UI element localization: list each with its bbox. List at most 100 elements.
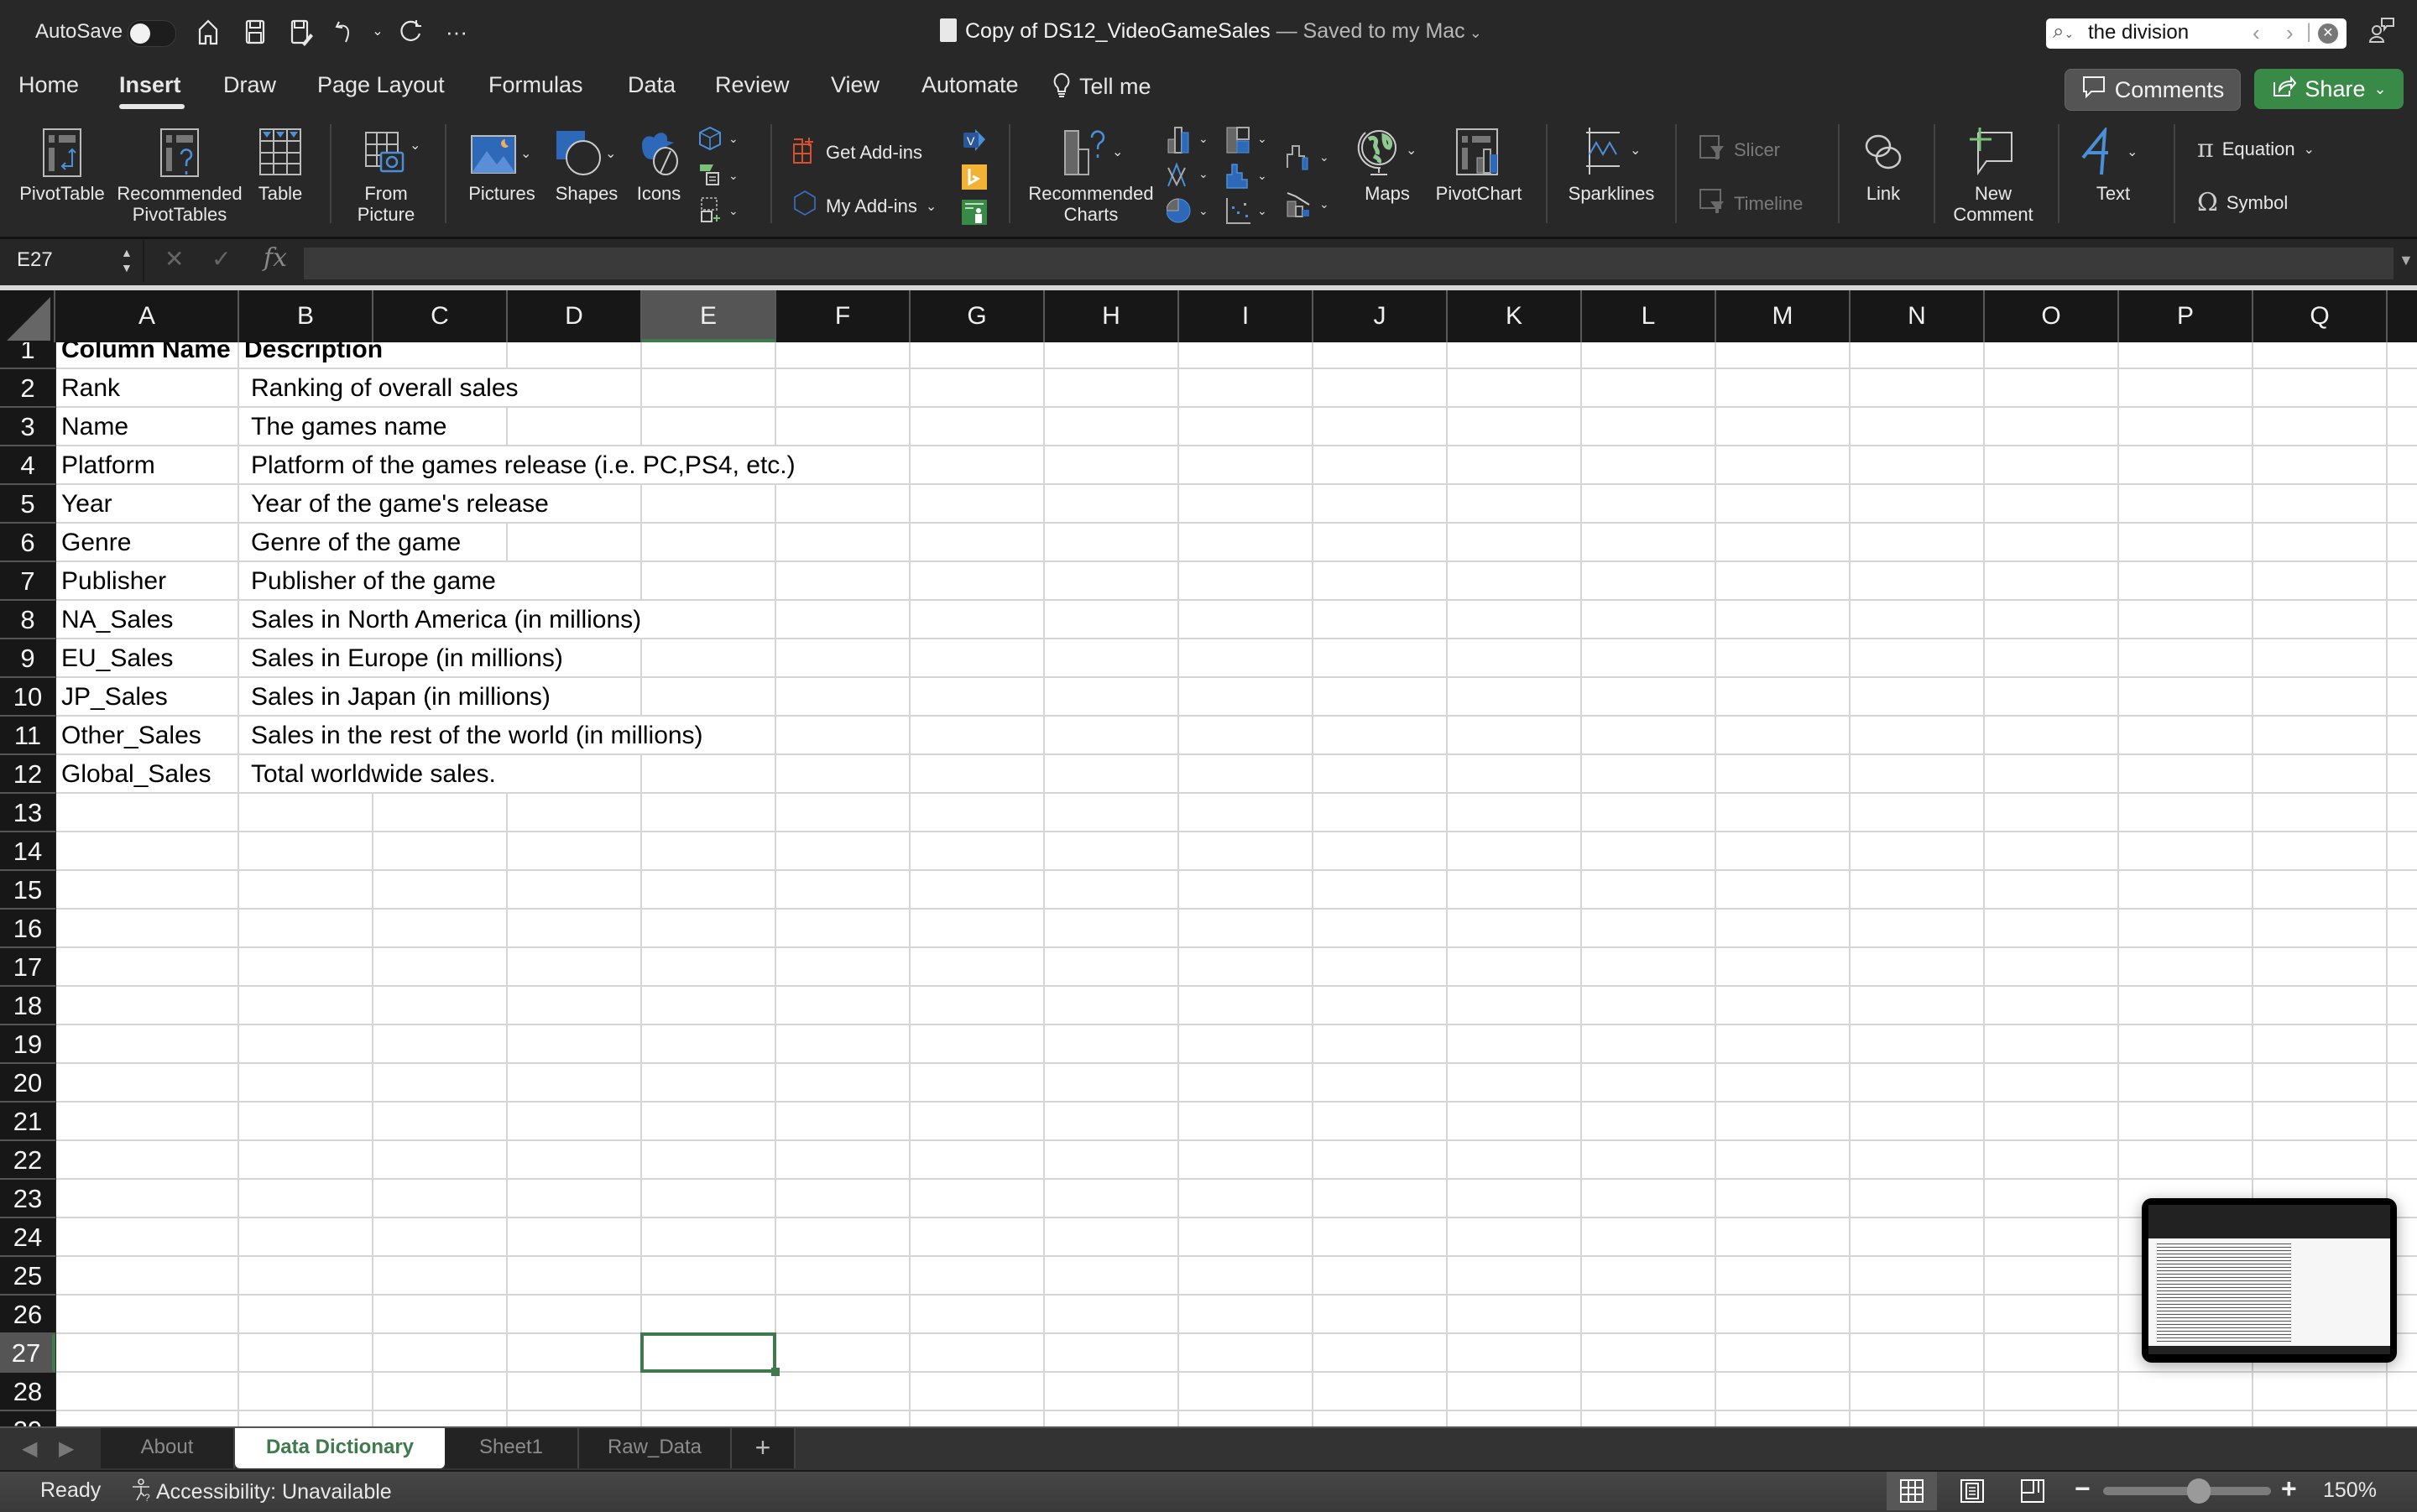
cell-description[interactable]: Genre of the game <box>251 524 461 562</box>
get-addins-button[interactable]: Get Add-ins <box>792 136 922 169</box>
combo-chart-icon[interactable]: ⌄ <box>1286 190 1336 218</box>
row-header-17[interactable]: 17 <box>0 948 55 987</box>
column-header-c[interactable]: C <box>373 290 508 342</box>
more-icon[interactable]: ··· <box>441 17 472 47</box>
cell-column-name[interactable]: Global_Sales <box>61 755 211 794</box>
cell-column-name[interactable]: Platform <box>61 446 155 485</box>
cell-column-name[interactable]: Publisher <box>61 562 166 601</box>
column-header-g[interactable]: G <box>911 290 1045 342</box>
row-header-26[interactable]: 26 <box>0 1296 55 1334</box>
search-next-icon[interactable]: › <box>2286 20 2294 46</box>
from-picture-button[interactable]: ⌄ From Picture <box>344 128 428 225</box>
row-header-28[interactable]: 28 <box>0 1373 55 1411</box>
3d-models-icon[interactable]: ⌄ <box>698 126 739 154</box>
row-header-11[interactable]: 11 <box>0 717 55 755</box>
row-header-18[interactable]: 18 <box>0 987 55 1025</box>
autosave-toggle[interactable] <box>128 20 176 47</box>
column-header-h[interactable]: H <box>1045 290 1179 342</box>
row-header-15[interactable]: 15 <box>0 871 55 910</box>
screenshot-thumbnail[interactable] <box>2142 1198 2397 1363</box>
expand-formula-bar-icon[interactable]: ▼ <box>2399 252 2414 269</box>
bing-maps-addin-icon[interactable] <box>960 163 989 191</box>
redo-icon[interactable] <box>396 17 426 47</box>
row-header-22[interactable]: 22 <box>0 1141 55 1180</box>
smartart-icon[interactable]: ⌄ <box>698 161 739 190</box>
row-header-24[interactable]: 24 <box>0 1218 55 1257</box>
cell-description[interactable]: Total worldwide sales. <box>251 755 496 794</box>
cell-description[interactable]: Platform of the games release (i.e. PC,P… <box>251 446 796 485</box>
row-header-9[interactable]: 9 <box>0 639 55 678</box>
row-header-6[interactable]: 6 <box>0 524 55 562</box>
comments-button[interactable]: Comments <box>2065 69 2241 111</box>
new-comment-button[interactable]: New Comment <box>1945 128 2041 225</box>
cell-column-name[interactable]: Rank <box>61 369 120 408</box>
row-header-12[interactable]: 12 <box>0 755 55 794</box>
save-icon[interactable] <box>240 17 270 47</box>
sheet-tab-sheet1[interactable]: Sheet1 <box>445 1428 579 1468</box>
accessibility-status[interactable]: ? Accessibility: Unavailable <box>131 1478 392 1508</box>
cell-description[interactable]: Sales in North America (in millions) <box>251 601 641 639</box>
column-header-q[interactable]: Q <box>2253 290 2388 342</box>
share-button[interactable]: Share ⌄ <box>2254 69 2404 109</box>
sheet-tab-about[interactable]: About <box>101 1428 235 1468</box>
tab-automate[interactable]: Automate <box>921 72 1019 98</box>
clear-search-icon[interactable]: ✕ <box>2318 23 2338 44</box>
people-graph-addin-icon[interactable] <box>960 198 989 227</box>
cell-description[interactable]: Sales in Japan (in millions) <box>251 678 551 717</box>
search-icon[interactable]: ⌕⌄ <box>2053 20 2074 44</box>
undo-icon[interactable] <box>331 17 361 47</box>
row-header-5[interactable]: 5 <box>0 485 55 524</box>
row-header-14[interactable]: 14 <box>0 832 55 871</box>
row-header-29[interactable]: 29 <box>0 1411 55 1426</box>
cancel-formula-icon[interactable]: ✕ <box>164 245 184 273</box>
recommended-charts-button[interactable]: ⌄ Recommended Charts <box>1024 128 1158 225</box>
column-header-e[interactable]: E <box>642 290 776 342</box>
tab-tell-me[interactable]: Tell me <box>1052 72 1151 105</box>
shapes-button[interactable]: ⌄ Shapes <box>547 128 626 204</box>
zoom-in-button[interactable]: + <box>2281 1473 2297 1504</box>
normal-view-button[interactable] <box>1887 1472 1937 1510</box>
visio-addin-icon[interactable]: V <box>960 126 989 154</box>
waterfall-chart-icon[interactable]: ⌄ <box>1286 143 1336 171</box>
column-header-m[interactable]: M <box>1716 290 1851 342</box>
scatter-chart-icon[interactable]: ⌄ <box>1225 196 1276 225</box>
tab-insert[interactable]: Insert <box>119 72 181 98</box>
cell-description[interactable]: Sales in Europe (in millions) <box>251 639 563 678</box>
row-header-27[interactable]: 27 <box>0 1334 55 1373</box>
header-cell-column-name[interactable]: Column Name <box>61 342 231 369</box>
symbol-button[interactable]: Ω Symbol <box>2197 188 2288 217</box>
cell-column-name[interactable]: Year <box>61 485 112 524</box>
table-button[interactable]: Table <box>250 128 311 204</box>
row-header-13[interactable]: 13 <box>0 794 55 832</box>
screenshot-icon[interactable]: ⌄ <box>698 196 739 225</box>
previous-sheet-icon[interactable]: ◀ <box>22 1436 37 1461</box>
home-icon[interactable] <box>193 17 223 47</box>
fill-handle[interactable] <box>771 1368 780 1376</box>
cell-description[interactable]: Year of the game's release <box>251 485 549 524</box>
row-header-7[interactable]: 7 <box>0 562 55 601</box>
column-header-i[interactable]: I <box>1179 290 1313 342</box>
timeline-button[interactable]: Timeline <box>1699 188 1803 220</box>
tab-formulas[interactable]: Formulas <box>488 72 583 98</box>
row-header-3[interactable]: 3 <box>0 408 55 446</box>
cell-grid[interactable]: Column Name Description Rank Ranking of ove… <box>56 342 2417 1426</box>
icons-button[interactable]: Icons <box>628 128 690 204</box>
cell-column-name[interactable]: NA_Sales <box>61 601 173 639</box>
collaborate-icon[interactable] <box>2367 15 2397 52</box>
line-chart-icon[interactable]: ⌄ <box>1167 161 1217 190</box>
column-header-p[interactable]: P <box>2119 290 2253 342</box>
pivottable-button[interactable]: PivotTable <box>15 128 109 204</box>
zoom-out-button[interactable]: − <box>2075 1473 2091 1504</box>
cell-description[interactable]: Publisher of the game <box>251 562 496 601</box>
row-header-10[interactable]: 10 <box>0 678 55 717</box>
tab-view[interactable]: View <box>831 72 880 98</box>
cell-column-name[interactable]: Name <box>61 408 128 446</box>
slicer-button[interactable]: Slicer <box>1699 134 1780 166</box>
zoom-percentage[interactable]: 150% <box>2323 1478 2377 1503</box>
save-as-icon[interactable] <box>285 17 316 47</box>
recommended-pivottables-button[interactable]: Recommended PivotTables <box>116 128 243 225</box>
row-header-25[interactable]: 25 <box>0 1257 55 1296</box>
undo-dropdown-icon[interactable]: ⌄ <box>363 17 393 47</box>
row-header-20[interactable]: 20 <box>0 1064 55 1103</box>
pictures-button[interactable]: ⌄ Pictures <box>460 128 544 204</box>
